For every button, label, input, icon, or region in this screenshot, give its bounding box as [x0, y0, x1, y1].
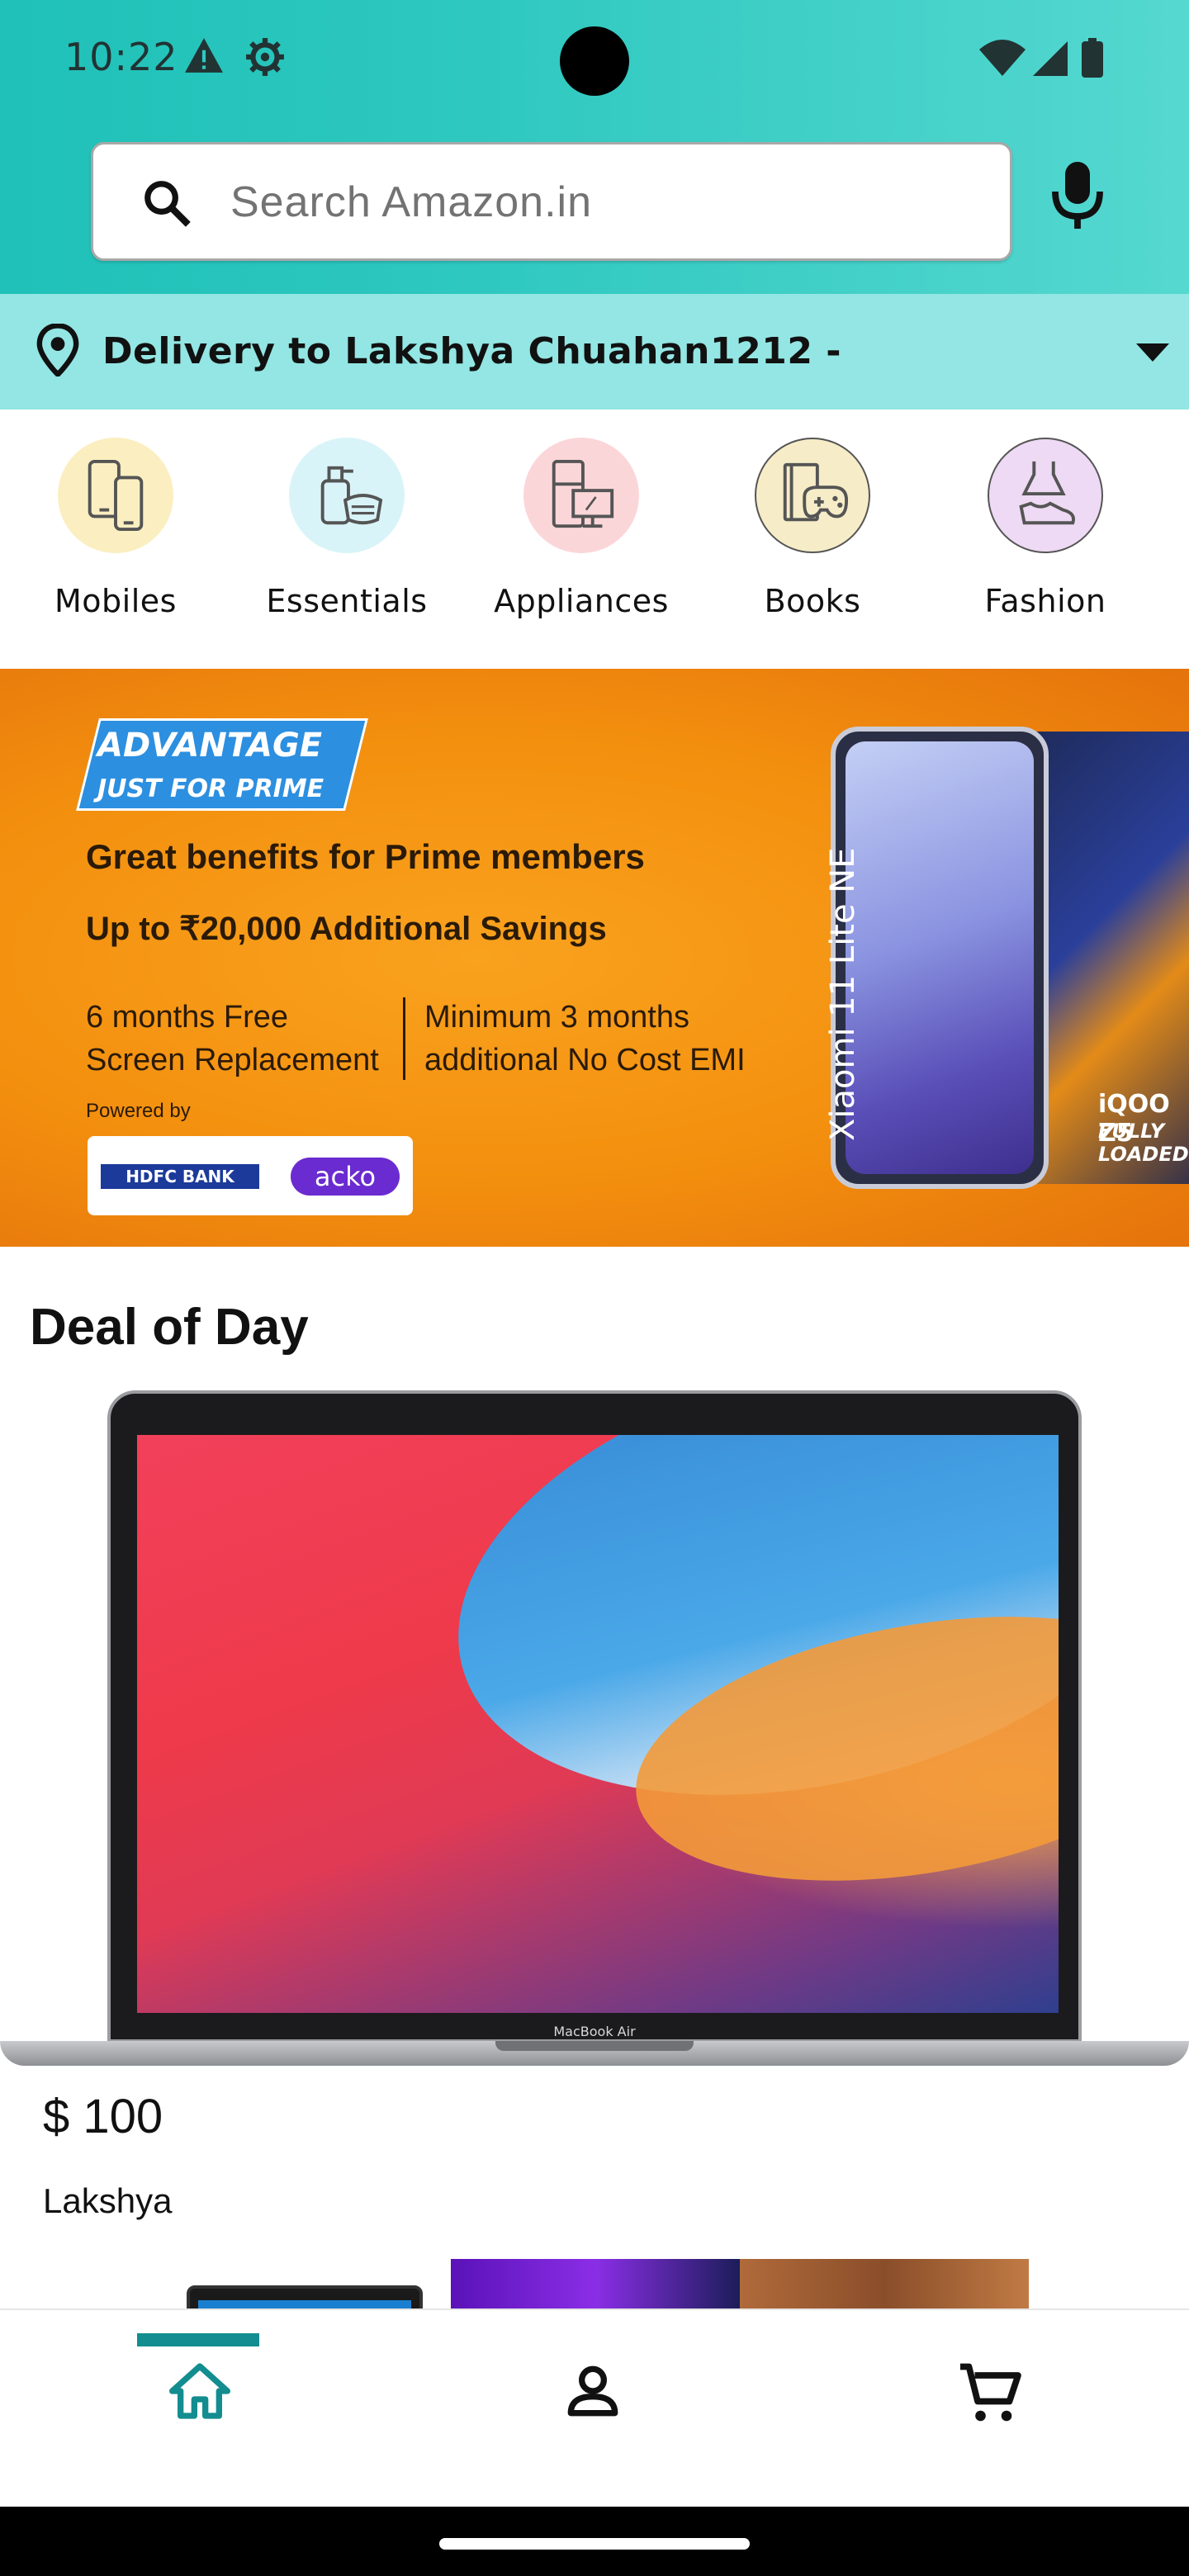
thumbnail-laptop-wood[interactable] [740, 2259, 1029, 2308]
category-appliances[interactable]: Appliances [482, 438, 680, 619]
mobiles-icon [58, 438, 173, 553]
search-icon[interactable] [141, 178, 192, 232]
nav-cart[interactable] [793, 2310, 1189, 2508]
xiaomi-phone-image: Xiaomi 11 Lite NE [824, 727, 1049, 1189]
acko-logo: acko [291, 1158, 400, 1196]
camera-cutout [560, 26, 629, 96]
deal-of-day-title: Deal of Day [30, 1299, 309, 1356]
banner-right-offer: Minimum 3 months additional No Cost EMI [424, 1000, 746, 1077]
hdfc-logo: HDFC BANK [101, 1164, 259, 1189]
warning-icon [183, 36, 225, 78]
cart-icon[interactable] [955, 2358, 1024, 2427]
search-input[interactable]: Search Amazon.in [230, 178, 592, 227]
category-mobiles[interactable]: Mobiles [17, 438, 215, 619]
xiaomi-phone-name: Xiaomi 11 Lite NE [824, 847, 862, 1141]
promo-banner[interactable]: ADVANTAGE JUST FOR PRIME Great benefits … [0, 669, 1189, 1247]
partner-logos: HDFC BANK acko [88, 1136, 413, 1215]
home-icon[interactable] [167, 2358, 233, 2424]
banner-subline: Up to ₹20,000 Additional Savings [86, 911, 607, 947]
banner-left-offer: 6 months Free Screen Replacement [86, 1000, 379, 1077]
deal-seller: Lakshya [43, 2181, 173, 2220]
thumbnail-laptop[interactable] [187, 2285, 423, 2308]
status-time: 10:22 [64, 35, 178, 79]
search-bar[interactable]: Search Amazon.in [91, 142, 1012, 261]
category-label: Books [764, 583, 861, 619]
product-thumbnails [0, 2259, 1189, 2308]
home-gesture-handle[interactable] [439, 2538, 750, 2550]
delivery-address-text[interactable]: Delivery to Lakshya Chuahan1212 - [102, 330, 841, 372]
books-icon [755, 438, 870, 553]
nav-account[interactable] [396, 2310, 793, 2508]
wifi-icon [979, 40, 1026, 79]
microphone-icon[interactable] [1050, 162, 1105, 234]
banner-headline: Great benefits for Prime members [86, 837, 645, 876]
cellular-signal-icon [1032, 41, 1068, 79]
category-label: Mobiles [54, 583, 177, 619]
settings-gear-icon [244, 36, 286, 81]
battery-icon [1082, 38, 1103, 81]
category-label: Appliances [494, 583, 669, 619]
dropdown-caret-icon[interactable] [1136, 343, 1169, 365]
laptop-brand-text: MacBook Air [553, 2024, 636, 2039]
account-icon[interactable] [560, 2358, 626, 2424]
essentials-icon [289, 438, 405, 553]
status-bar: 10:22 [0, 0, 1189, 124]
nav-home[interactable] [0, 2310, 396, 2508]
deal-product-image[interactable]: MacBook Air [0, 1387, 1189, 2081]
category-essentials[interactable]: Essentials [248, 438, 446, 619]
powered-by: Powered by [86, 1100, 191, 1122]
active-tab-indicator [137, 2333, 259, 2346]
category-row: Mobiles Essentials Appliances Books Fash… [0, 410, 1189, 669]
iqoo-tagline: FULLY LOADED [1098, 1120, 1189, 1166]
location-pin-icon [33, 323, 83, 380]
badge-line2: JUST FOR PRIME [97, 774, 324, 803]
app-header: 10:22 Search Amazon.in [0, 0, 1189, 294]
category-label: Essentials [266, 583, 428, 619]
banner-divider [403, 997, 405, 1080]
category-fashion[interactable]: Fashion [946, 438, 1144, 619]
laptop-screen [137, 1435, 1059, 2013]
deal-price: $ 100 [43, 2090, 163, 2143]
delivery-address-bar[interactable]: Delivery to Lakshya Chuahan1212 - [0, 294, 1189, 410]
appliances-icon [523, 438, 639, 553]
category-label: Fashion [984, 583, 1106, 619]
thumbnail-laptop-purple[interactable] [451, 2259, 740, 2308]
badge-line1: ADVANTAGE [97, 727, 323, 765]
category-books[interactable]: Books [713, 438, 912, 619]
system-navigation-bar [0, 2507, 1189, 2576]
fashion-icon [988, 438, 1103, 553]
bottom-navigation [0, 2308, 1189, 2507]
